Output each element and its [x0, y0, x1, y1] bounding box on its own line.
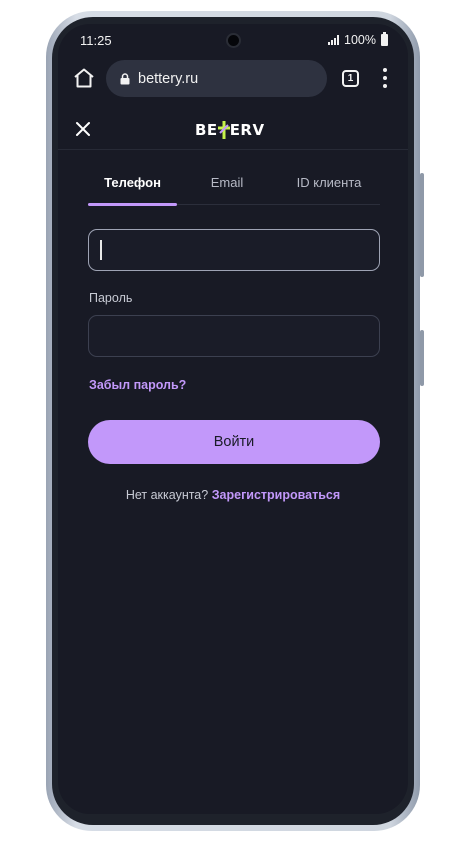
register-link[interactable]: Зарегистрироваться [212, 488, 340, 502]
url-bar[interactable]: bettery.ru [106, 60, 327, 97]
forgot-password-link[interactable]: Забыл пароль? [89, 378, 186, 392]
tab-phone[interactable]: Телефон [88, 164, 177, 206]
site-header: BE ERV [58, 110, 408, 150]
status-right: 100% [328, 32, 388, 47]
logo-plus-icon [217, 121, 230, 139]
close-icon[interactable] [74, 120, 92, 138]
password-label: Пароль [89, 291, 133, 305]
no-account-text: Нет аккаунта? [125, 488, 209, 502]
logo-text-left: BE [195, 121, 218, 139]
tab-client-id[interactable]: ID клиента [278, 164, 380, 205]
screen: 11:25 100% bettery.ru 1 BE ERV Телефон E… [58, 24, 408, 814]
tab-email[interactable]: Email [188, 164, 266, 205]
battery-percent: 100% [344, 33, 376, 47]
home-icon[interactable] [72, 66, 96, 90]
login-tabs: Телефон Email ID клиента [88, 164, 380, 206]
login-button[interactable]: Войти [88, 420, 380, 464]
phone-input[interactable] [88, 229, 380, 271]
more-menu-icon[interactable] [382, 68, 388, 88]
lock-icon [120, 72, 130, 84]
volume-button [420, 173, 424, 277]
text-caret [100, 240, 102, 260]
status-time: 11:25 [80, 33, 112, 48]
logo-text-right: ERV [229, 121, 265, 139]
tab-switcher-icon[interactable]: 1 [342, 70, 359, 87]
browser-toolbar: bettery.ru 1 [58, 56, 408, 106]
signal-icon [328, 35, 340, 45]
power-button [420, 330, 424, 386]
status-bar: 11:25 100% [58, 24, 408, 56]
register-prompt: Нет аккаунта? Зарегистрироваться [58, 488, 408, 502]
battery-icon [381, 32, 388, 46]
betterv-logo: BE ERV [195, 119, 265, 141]
url-text: bettery.ru [138, 70, 199, 87]
front-camera [226, 33, 241, 48]
password-input[interactable] [88, 315, 380, 357]
